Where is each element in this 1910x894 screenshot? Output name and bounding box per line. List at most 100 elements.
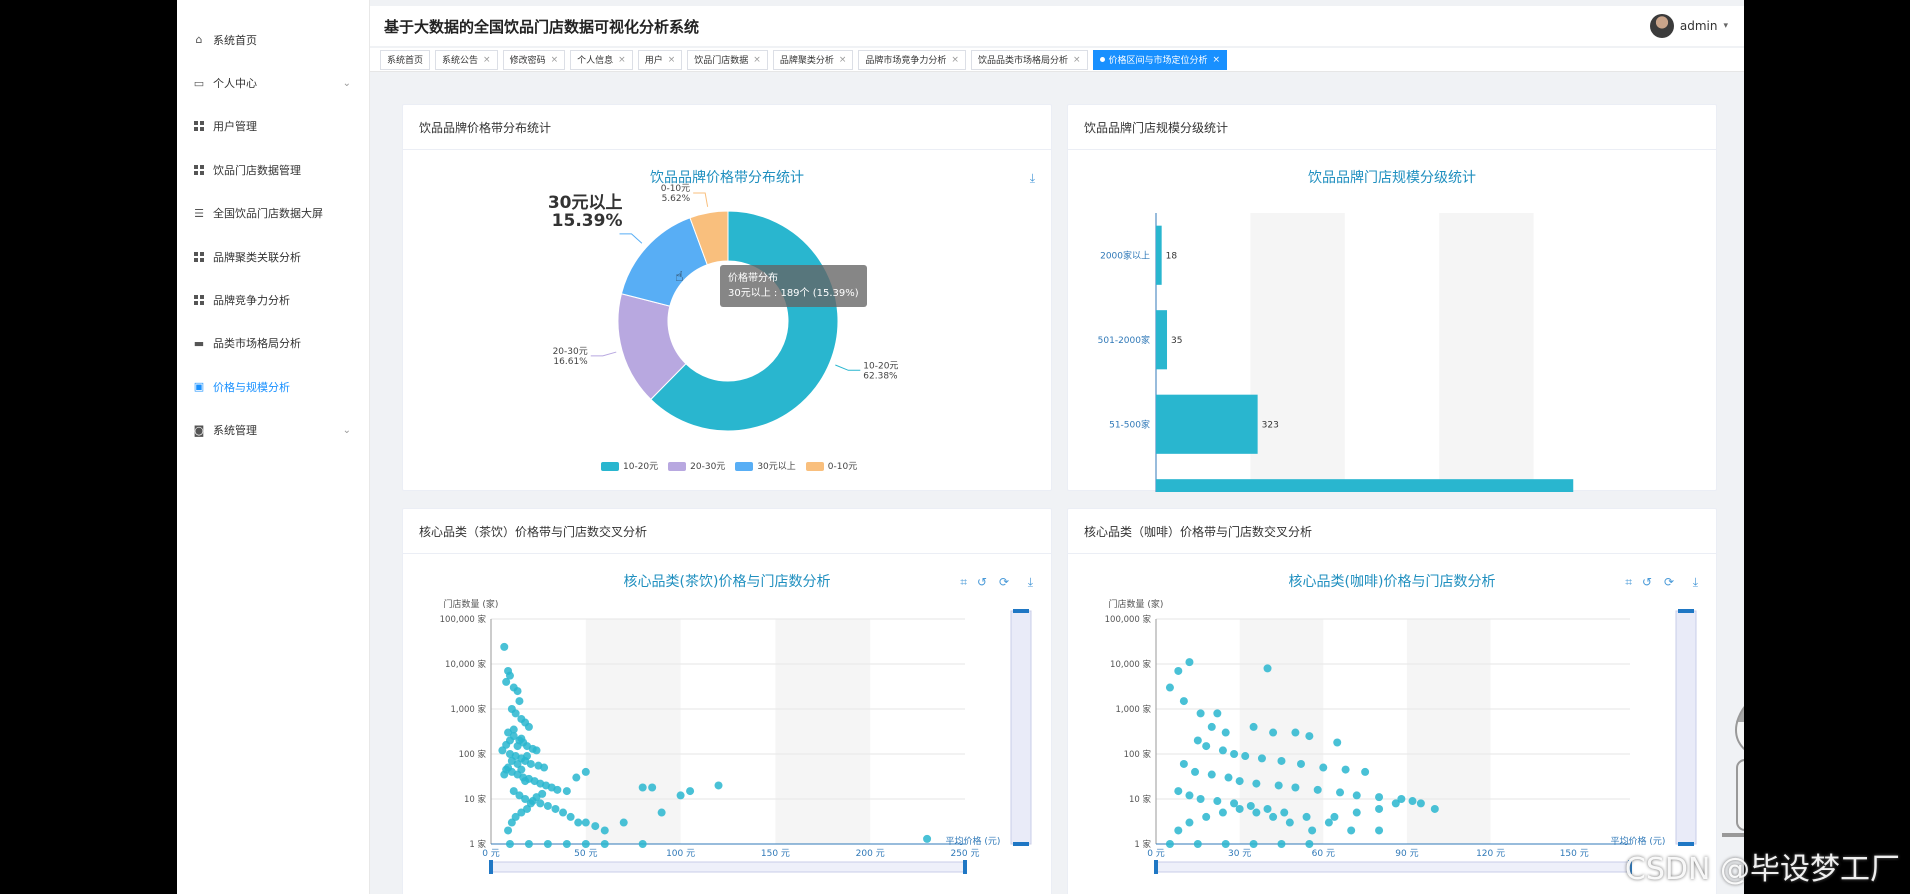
- scatter-point[interactable]: [1221, 728, 1230, 737]
- scatter-point[interactable]: [648, 783, 657, 792]
- scatter-point[interactable]: [1391, 799, 1400, 808]
- scatter-point[interactable]: [686, 787, 695, 796]
- scatter-point[interactable]: [1408, 797, 1417, 806]
- scatter-point[interactable]: [524, 840, 533, 848]
- scatter-point[interactable]: [1269, 812, 1278, 821]
- scatter-point[interactable]: [1196, 795, 1205, 803]
- username[interactable]: admin: [1680, 19, 1718, 33]
- scatter-point[interactable]: [1241, 752, 1250, 761]
- scatter-point[interactable]: [513, 687, 522, 696]
- close-icon[interactable]: ×: [551, 55, 559, 65]
- scatter-point[interactable]: [581, 767, 590, 776]
- scatter-point[interactable]: [714, 781, 723, 790]
- scatter-point[interactable]: [1291, 783, 1300, 792]
- scatter-point[interactable]: [1308, 826, 1317, 835]
- bar[interactable]: [1156, 479, 1574, 492]
- scatter-point[interactable]: [509, 725, 518, 734]
- zoom-handle[interactable]: [1013, 842, 1029, 846]
- scatter-point[interactable]: [923, 834, 932, 843]
- scatter-point[interactable]: [511, 709, 520, 718]
- scatter-point[interactable]: [1185, 658, 1194, 667]
- scatter-point[interactable]: [526, 799, 535, 808]
- tab[interactable]: 系统公告 ×: [435, 49, 498, 70]
- tab[interactable]: 饮品品类市场格局分析 ×: [970, 49, 1088, 70]
- scatter-point[interactable]: [553, 785, 562, 794]
- scatter-point[interactable]: [638, 783, 647, 792]
- scatter-point[interactable]: [1280, 808, 1289, 817]
- sidebar-item[interactable]: 品牌竞争力分析: [177, 278, 369, 321]
- scatter-point[interactable]: [1257, 754, 1266, 763]
- scatter-point[interactable]: [1313, 785, 1322, 794]
- scatter-point[interactable]: [543, 801, 552, 810]
- x-zoom-slider[interactable]: [1155, 861, 1631, 873]
- close-icon[interactable]: ×: [753, 55, 761, 65]
- zoom-handle[interactable]: [963, 860, 967, 874]
- bar[interactable]: [1156, 225, 1162, 285]
- scatter-point[interactable]: [581, 818, 590, 827]
- scatter-point[interactable]: [532, 746, 541, 755]
- sidebar-item[interactable]: ▬ 品类市场格局分析: [177, 322, 369, 365]
- scatter-point[interactable]: [1218, 746, 1227, 755]
- scatter-point[interactable]: [500, 642, 509, 651]
- close-icon[interactable]: ×: [951, 55, 959, 65]
- scatter-point[interactable]: [1416, 799, 1425, 808]
- scatter-point[interactable]: [1330, 812, 1339, 821]
- close-icon[interactable]: ×: [618, 55, 626, 65]
- close-icon[interactable]: ×: [1213, 55, 1221, 65]
- tab[interactable]: 品牌市场竞争力分析 ×: [858, 49, 966, 70]
- tab[interactable]: 系统首页: [380, 49, 431, 70]
- scatter-point[interactable]: [526, 759, 535, 768]
- close-icon[interactable]: ×: [839, 55, 847, 65]
- scatter-point[interactable]: [600, 840, 609, 848]
- scatter-point[interactable]: [505, 840, 514, 848]
- scatter-point[interactable]: [1263, 804, 1272, 813]
- scatter-point[interactable]: [1249, 840, 1258, 848]
- scatter-point[interactable]: [600, 826, 609, 835]
- scatter-point[interactable]: [1375, 793, 1384, 802]
- scatter-point[interactable]: [1430, 804, 1439, 813]
- scatter-point[interactable]: [1277, 756, 1286, 765]
- legend-item[interactable]: 30元以上: [735, 459, 796, 472]
- avatar[interactable]: [1649, 14, 1674, 38]
- scatter-point[interactable]: [540, 763, 549, 772]
- legend-item[interactable]: 10-20元: [601, 459, 658, 472]
- zoom-handle[interactable]: [1678, 609, 1694, 613]
- sidebar-item[interactable]: ◙ 系统管理 ⌄: [177, 409, 369, 452]
- scatter-point[interactable]: [1274, 781, 1283, 790]
- scatter-point[interactable]: [559, 808, 568, 817]
- scatter-point[interactable]: [504, 826, 513, 835]
- scatter-point[interactable]: [1333, 738, 1342, 747]
- close-icon[interactable]: ×: [668, 55, 676, 65]
- scatter-point[interactable]: [566, 812, 575, 821]
- sidebar-item[interactable]: ☰ 全国饮品门店数据大屏: [177, 192, 369, 235]
- scatter-point[interactable]: [581, 840, 590, 848]
- scatter-point[interactable]: [1207, 722, 1216, 731]
- scatter-point[interactable]: [591, 822, 600, 831]
- scatter-point[interactable]: [1336, 788, 1345, 797]
- chevron-down-icon[interactable]: ⌄: [343, 425, 351, 436]
- scatter-point[interactable]: [1193, 736, 1202, 745]
- scatter-point[interactable]: [1291, 728, 1300, 737]
- scatter-point[interactable]: [1221, 840, 1230, 848]
- bar[interactable]: [1156, 310, 1168, 370]
- scatter-point[interactable]: [1191, 767, 1200, 776]
- tab[interactable]: 品牌聚类分析 ×: [772, 49, 854, 70]
- sidebar-item[interactable]: ▣ 价格与规模分析: [177, 365, 369, 408]
- bar[interactable]: [1156, 394, 1258, 454]
- scatter-point[interactable]: [1302, 812, 1311, 821]
- scatter-point[interactable]: [1202, 812, 1211, 821]
- scatter-point[interactable]: [1285, 818, 1294, 827]
- scatter-point[interactable]: [1235, 777, 1244, 786]
- scatter-point[interactable]: [523, 752, 532, 761]
- scatter-point[interactable]: [1235, 804, 1244, 813]
- scatter-point[interactable]: [1341, 765, 1350, 774]
- y-zoom-slider[interactable]: [1010, 610, 1032, 845]
- scatter-point[interactable]: [543, 840, 552, 848]
- scatter-point[interactable]: [538, 789, 547, 798]
- scatter-point[interactable]: [572, 773, 581, 782]
- scatter-point[interactable]: [1347, 826, 1356, 835]
- scatter-point[interactable]: [1252, 779, 1261, 788]
- scatter-point[interactable]: [1305, 732, 1314, 741]
- sidebar-item[interactable]: 饮品门店数据管理: [177, 148, 369, 191]
- scatter-point[interactable]: [1319, 763, 1328, 772]
